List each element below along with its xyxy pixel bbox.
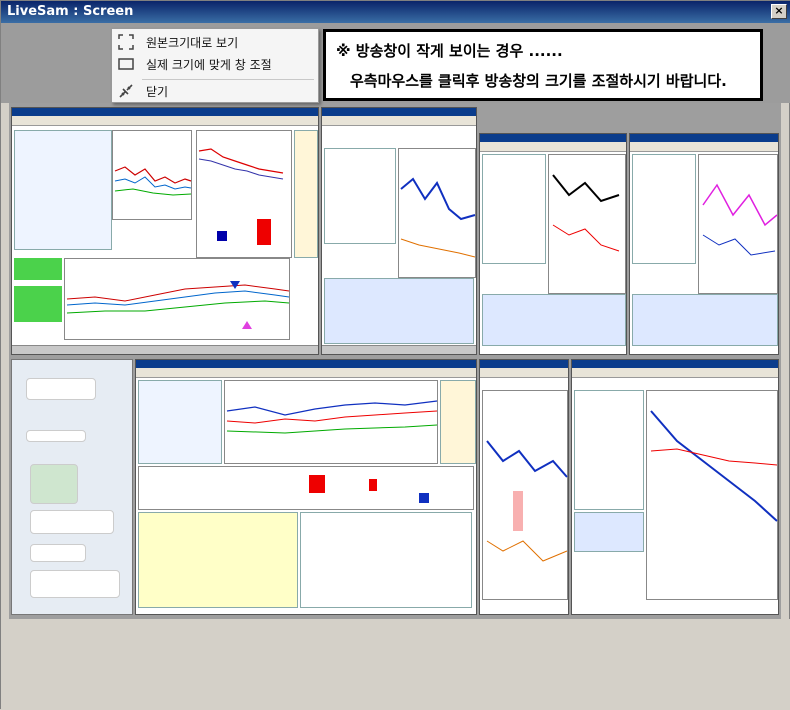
expand-icon xyxy=(118,34,134,50)
bottom-area xyxy=(1,619,790,710)
quote-grid xyxy=(14,130,112,250)
disconnect-icon xyxy=(119,84,133,98)
options-chart-1-graphic xyxy=(552,174,620,252)
notice-box: ※ 방송창이 작게 보이는 경우 ...... 우측마우스를 클릭후 방송창의 … xyxy=(323,29,763,101)
mini-chart xyxy=(112,130,192,220)
options-chart-1 xyxy=(548,154,626,294)
put-chart-graphic xyxy=(650,410,778,522)
order-book xyxy=(324,148,396,244)
hts-window-options-1 xyxy=(479,133,627,355)
menu-item-label: 원본크기대로 보기 xyxy=(146,36,239,50)
menu-item-fit-window[interactable]: 실제 크기에 맞게 창 조절 xyxy=(112,53,318,75)
window-title: LiveSam : Screen xyxy=(7,4,134,19)
options-chart-2 xyxy=(698,154,778,294)
side-grid xyxy=(294,130,318,258)
menu-item-label: 닫기 xyxy=(146,85,169,99)
order-panel xyxy=(138,512,298,608)
notice-line-2: 우측마우스를 클릭후 방송창의 크기를 조절하시기 바랍니다. xyxy=(350,72,727,90)
volume-chart xyxy=(138,466,474,510)
hts-window-main xyxy=(135,359,477,615)
mini-chart-graphic xyxy=(114,166,192,196)
hts-window-call xyxy=(479,359,569,615)
options-chart-2-graphic xyxy=(702,183,778,256)
hts-window-put xyxy=(571,359,779,615)
hts-window-quotes xyxy=(321,107,477,355)
candle-chart xyxy=(398,148,476,278)
call-chart-graphic xyxy=(486,440,568,562)
price-chart-graphic xyxy=(198,148,284,245)
menu-item-original-size[interactable]: 원본크기대로 보기 xyxy=(112,31,318,53)
volume-chart-graphic xyxy=(309,475,429,503)
window-icon xyxy=(118,58,134,70)
price-chart xyxy=(196,130,292,258)
menu-item-label: 실제 크기에 맞게 창 조절 xyxy=(146,58,272,72)
main-chart-graphic xyxy=(226,400,438,434)
chat-window xyxy=(11,359,133,615)
hts-window-options-2 xyxy=(629,133,779,355)
candle-chart-graphic xyxy=(400,177,476,258)
intraday-chart-graphic xyxy=(66,281,290,329)
title-bar[interactable]: LiveSam : Screen × xyxy=(1,1,790,23)
livesam-window: LiveSam : Screen × 원본크기대로 보기 실제 크기에 맞게 창… xyxy=(0,0,790,710)
menu-item-close[interactable]: 닫기 xyxy=(112,80,318,102)
main-chart xyxy=(224,380,438,464)
broadcast-screen[interactable] xyxy=(9,103,781,619)
notice-line-1: ※ 방송창이 작게 보이는 경우 ...... xyxy=(336,42,563,60)
hts-window-futures xyxy=(11,107,319,355)
close-button[interactable]: × xyxy=(771,4,787,19)
context-menu: 원본크기대로 보기 실제 크기에 맞게 창 조절 닫기 xyxy=(111,28,319,103)
summary-box xyxy=(324,278,474,344)
intraday-chart xyxy=(64,258,290,340)
